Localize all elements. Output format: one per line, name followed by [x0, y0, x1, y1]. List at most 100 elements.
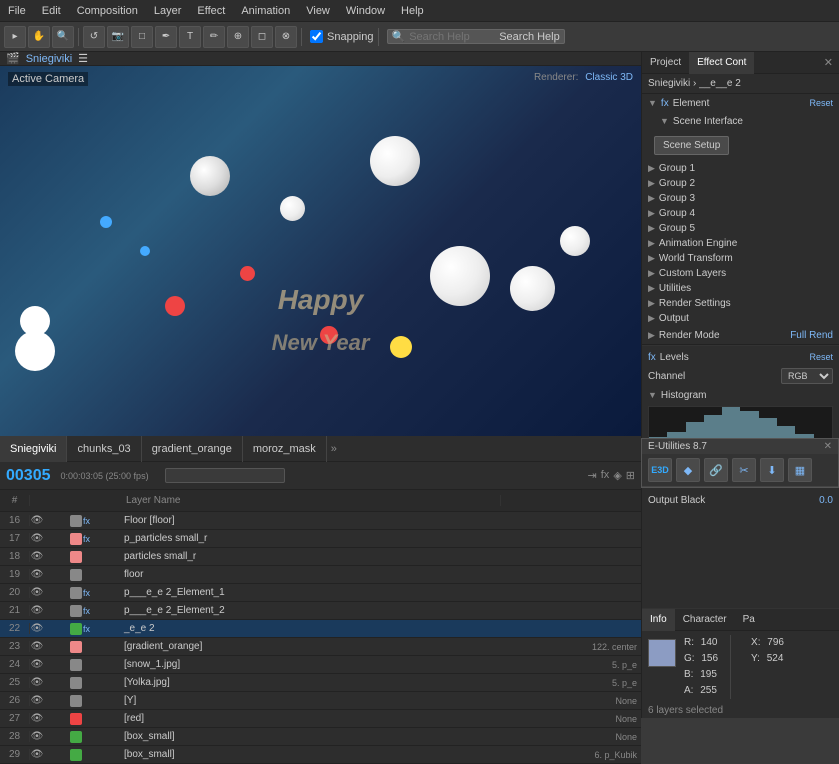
visibility-icon[interactable]: 👁 — [30, 731, 44, 742]
hand-tool[interactable]: ✋ — [28, 26, 50, 48]
layer-row[interactable]: 29 👁 [box_small] 6. p_Kubik — [0, 746, 641, 764]
render-mode-arrow[interactable]: ▶ — [648, 330, 655, 341]
group-item-2[interactable]: ▶Group 3 — [642, 191, 839, 206]
menu-layer[interactable]: Layer — [146, 5, 190, 17]
group-item-6[interactable]: ▶World Transform — [642, 251, 839, 266]
menu-view[interactable]: View — [298, 5, 338, 17]
tl-icon-1[interactable]: ⇥ — [588, 469, 597, 482]
tab-chunks[interactable]: chunks_03 — [67, 436, 141, 462]
fx-icon[interactable]: fx — [83, 588, 90, 598]
snapping-toggle[interactable] — [310, 30, 323, 43]
tab-gradient[interactable]: gradient_orange — [142, 436, 243, 462]
layer-row[interactable]: 26 👁 [Y] None — [0, 692, 641, 710]
visibility-icon[interactable]: 👁 — [30, 623, 44, 634]
tab-character[interactable]: Character — [675, 609, 735, 631]
menu-animation[interactable]: Animation — [233, 5, 298, 17]
layer-search[interactable] — [165, 468, 285, 483]
menu-edit[interactable]: Edit — [34, 5, 69, 17]
more-tabs-btn[interactable]: » — [331, 443, 337, 455]
layer-row[interactable]: 21 👁 fx p___e_e 2_Element_2 — [0, 602, 641, 620]
search-input[interactable] — [409, 31, 499, 43]
type-tool[interactable]: T — [179, 26, 201, 48]
tab-effect-cont[interactable]: Effect Cont — [689, 52, 754, 74]
group-item-9[interactable]: ▶Render Settings — [642, 296, 839, 311]
rotate-tool[interactable]: ↺ — [83, 26, 105, 48]
layer-row[interactable]: 16 👁 fx Floor [floor] — [0, 512, 641, 530]
menu-effect[interactable]: Effect — [189, 5, 233, 17]
tab-pa[interactable]: Pa — [735, 609, 763, 631]
visibility-icon[interactable]: 👁 — [30, 569, 44, 580]
layer-row[interactable]: 20 👁 fx p___e_e 2_Element_1 — [0, 584, 641, 602]
menu-file[interactable]: File — [0, 5, 34, 17]
visibility-icon[interactable]: 👁 — [30, 641, 44, 652]
group-item-0[interactable]: ▶Group 1 — [642, 161, 839, 176]
layer-row[interactable]: 27 👁 [red] None — [0, 710, 641, 728]
tab-moroz[interactable]: moroz_mask — [243, 436, 327, 462]
group-item-4[interactable]: ▶Group 5 — [642, 221, 839, 236]
group-item-8[interactable]: ▶Utilities — [642, 281, 839, 296]
visibility-icon[interactable]: 👁 — [30, 551, 44, 562]
channel-select[interactable]: RGB Red Green Blue Alpha — [781, 368, 833, 384]
eu-btn-e3d[interactable]: E3D — [648, 458, 672, 482]
pen-tool[interactable]: ✒ — [155, 26, 177, 48]
group-item-1[interactable]: ▶Group 2 — [642, 176, 839, 191]
tl-icon-2[interactable]: fx — [601, 469, 610, 482]
element-arrow[interactable]: ▼ — [648, 98, 657, 108]
group-item-7[interactable]: ▶Custom Layers — [642, 266, 839, 281]
scene-setup-btn[interactable]: Scene Setup — [654, 136, 729, 155]
brush-tool[interactable]: ✏ — [203, 26, 225, 48]
fx-icon[interactable]: fx — [83, 534, 90, 544]
menu-window[interactable]: Window — [338, 5, 393, 17]
clone-tool[interactable]: ⊕ — [227, 26, 249, 48]
layer-row[interactable]: 25 👁 [Yolka.jpg] 5. p_e — [0, 674, 641, 692]
select-tool[interactable]: ▸ — [4, 26, 26, 48]
eu-btn-scissors[interactable]: ✂ — [732, 458, 756, 482]
scene-interface-arrow[interactable]: ▼ — [660, 116, 669, 126]
fx-icon[interactable]: fx — [83, 516, 90, 526]
visibility-icon[interactable]: 👁 — [30, 677, 44, 688]
eraser-tool[interactable]: ◻ — [251, 26, 273, 48]
zoom-tool[interactable]: 🔍 — [52, 26, 74, 48]
output-black-value[interactable]: 0.0 — [793, 495, 833, 506]
menu-composition[interactable]: Composition — [69, 5, 146, 17]
visibility-icon[interactable]: 👁 — [30, 515, 44, 526]
visibility-icon[interactable]: 👁 — [30, 659, 44, 670]
menu-help[interactable]: Help — [393, 5, 432, 17]
layer-row[interactable]: 18 👁 particles small_r — [0, 548, 641, 566]
visibility-icon[interactable]: 👁 — [30, 533, 44, 544]
element-reset[interactable]: Reset — [809, 98, 833, 108]
comp-name[interactable]: Sniegiviki — [26, 53, 72, 65]
levels-reset[interactable]: Reset — [809, 352, 833, 362]
eu-close-btn[interactable]: ✕ — [824, 441, 832, 452]
eu-btn-download[interactable]: ⬇ — [760, 458, 784, 482]
group-item-10[interactable]: ▶Output — [642, 311, 839, 326]
visibility-icon[interactable]: 👁 — [30, 587, 44, 598]
fx-icon[interactable]: fx — [83, 606, 90, 616]
visibility-icon[interactable]: 👁 — [30, 713, 44, 724]
tl-icon-3[interactable]: ◈ — [613, 469, 621, 482]
layer-row[interactable]: 23 👁 [gradient_orange] 122. center — [0, 638, 641, 656]
visibility-icon[interactable]: 👁 — [30, 695, 44, 706]
close-panel-btn[interactable]: ✕ — [818, 56, 839, 69]
camera-tool[interactable]: 📷 — [107, 26, 129, 48]
eu-btn-diamond[interactable]: ◆ — [676, 458, 700, 482]
tl-icon-4[interactable]: ⊞ — [626, 469, 635, 482]
mask-tool[interactable]: □ — [131, 26, 153, 48]
layer-row[interactable]: 24 👁 [snow_1.jpg] 5. p_e — [0, 656, 641, 674]
layer-row[interactable]: 19 👁 floor — [0, 566, 641, 584]
group-item-5[interactable]: ▶Animation Engine — [642, 236, 839, 251]
layer-row[interactable]: 28 👁 [box_small] None — [0, 728, 641, 746]
layer-row[interactable]: 22 👁 fx _e_e 2 — [0, 620, 641, 638]
group-item-3[interactable]: ▶Group 4 — [642, 206, 839, 221]
puppet-tool[interactable]: ⊗ — [275, 26, 297, 48]
layer-row[interactable]: 17 👁 fx p_particles small_r — [0, 530, 641, 548]
eu-btn-link[interactable]: 🔗 — [704, 458, 728, 482]
tab-info[interactable]: Info — [642, 609, 675, 631]
visibility-icon[interactable]: 👁 — [30, 749, 44, 760]
eu-btn-grid[interactable]: ▦ — [788, 458, 812, 482]
tab-sniegiviki[interactable]: Sniegiviki — [0, 436, 67, 462]
comp-menu-icon[interactable]: ☰ — [78, 52, 88, 65]
fx-icon[interactable]: fx — [83, 624, 90, 634]
tab-project[interactable]: Project — [642, 52, 689, 74]
histogram-arrow[interactable]: ▼ — [648, 390, 657, 400]
